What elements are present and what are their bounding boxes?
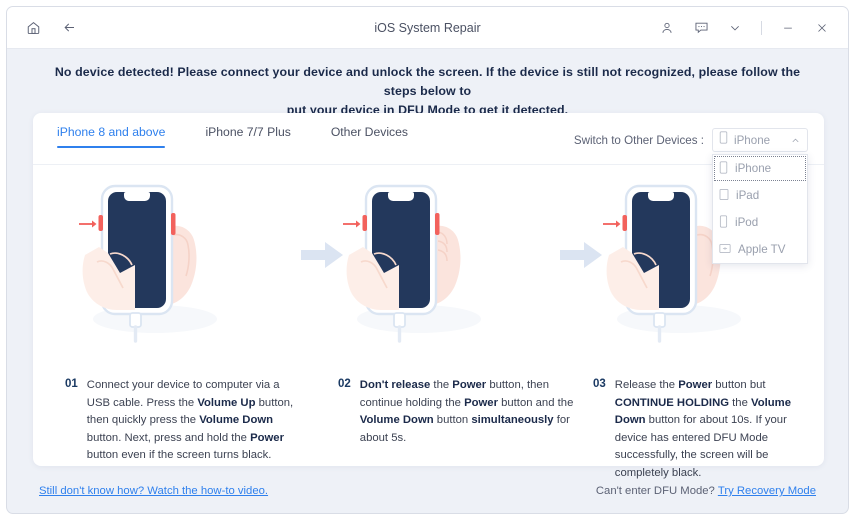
dropdown-option-apple-tv[interactable]: Apple TV <box>713 236 807 263</box>
title-bar: iOS System Repair <box>7 7 848 49</box>
banner-line-1: No device detected! Please connect your … <box>54 65 801 99</box>
home-icon[interactable] <box>23 18 43 38</box>
dropdown-option-ipod[interactable]: iPod <box>713 209 807 236</box>
step-number: 03 <box>593 377 606 390</box>
step-item-02: 02 Don't release the Power button, then … <box>338 377 578 447</box>
ipad-icon <box>719 188 729 204</box>
iphone-icon <box>719 131 728 149</box>
device-select-value: iPhone <box>734 133 771 147</box>
chevron-up-icon <box>790 135 801 146</box>
step-1-illustration <box>77 169 257 349</box>
footer: Still don't know how? Watch the how-to v… <box>7 469 848 513</box>
iphone-icon <box>719 160 728 177</box>
device-dropdown-menu[interactable]: iPhone iPad iPod Apple TV <box>712 154 808 264</box>
minimize-icon[interactable] <box>778 18 798 38</box>
illustration-row <box>33 165 824 350</box>
step-text: Don't release the Power button, then con… <box>359 379 574 444</box>
dropdown-option-ipad[interactable]: iPad <box>713 182 807 209</box>
step-text: Connect your device to computer via a US… <box>86 379 294 461</box>
try-recovery-mode-link[interactable]: Try Recovery Mode <box>718 485 816 497</box>
dropdown-option-label: Apple TV <box>738 243 786 256</box>
steps-list: 01 Connect your device to computer via a… <box>33 377 824 479</box>
recovery-mode-question: Can't enter DFU Mode? <box>595 485 715 497</box>
arrow-step-2-to-3-icon <box>560 239 606 271</box>
message-bubble-icon[interactable] <box>691 18 711 38</box>
dropdown-option-iphone[interactable]: iPhone <box>713 155 807 182</box>
step-number: 01 <box>65 377 78 390</box>
dropdown-option-label: iPhone <box>735 162 772 175</box>
app-window: iOS System Repair No device detected! Pl… <box>6 6 849 514</box>
device-select-trigger[interactable]: iPhone <box>712 128 808 152</box>
step-text: Release the Power button but CONTINUE HO… <box>614 379 791 479</box>
dropdown-option-label: iPad <box>736 189 760 202</box>
step-2-illustration <box>341 169 521 349</box>
step-number: 02 <box>338 377 351 390</box>
tab-iphone-7-7-plus[interactable]: iPhone 7/7 Plus <box>205 125 290 148</box>
back-arrow-icon[interactable] <box>59 18 79 38</box>
account-icon[interactable] <box>657 18 677 38</box>
step-item-03: 03 Release the Power button but CONTINUE… <box>593 377 821 482</box>
how-to-video-link[interactable]: Still don't know how? Watch the how-to v… <box>39 485 268 497</box>
dfu-instruction-card: iPhone 8 and above iPhone 7/7 Plus Other… <box>33 113 824 479</box>
step-item-01: 01 Connect your device to computer via a… <box>65 377 305 465</box>
tab-iphone-8-and-above[interactable]: iPhone 8 and above <box>57 125 166 148</box>
tab-other-devices[interactable]: Other Devices <box>331 125 408 148</box>
title-bar-right-controls <box>657 18 848 38</box>
recovery-mode-prompt: Can't enter DFU Mode? Try Recovery Mode <box>596 485 816 497</box>
switch-to-other-devices: Switch to Other Devices : iPhone <box>574 128 808 152</box>
ipod-icon <box>719 214 728 231</box>
appletv-icon <box>719 243 731 257</box>
close-icon[interactable] <box>812 18 832 38</box>
dropdown-option-label: iPod <box>735 216 759 229</box>
title-bar-left-controls <box>7 18 79 38</box>
titlebar-divider <box>761 20 762 35</box>
chevron-down-icon[interactable] <box>725 18 745 38</box>
switch-device-label: Switch to Other Devices : <box>573 133 704 147</box>
